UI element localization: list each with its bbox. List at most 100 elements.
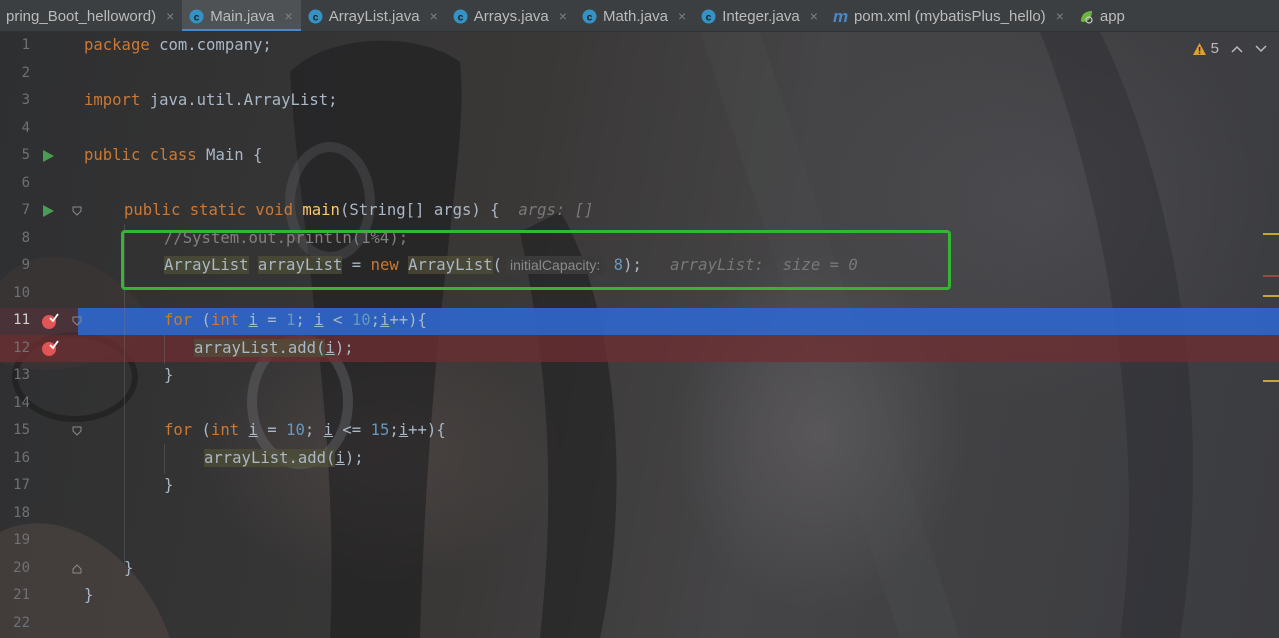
code-editor[interactable]: 1 2 3 4 5 6 7 8 9 10 11 12 13 14 15 16 1… [0,32,1279,638]
line-number: 7 [21,202,30,218]
code-line-13[interactable]: } [164,362,173,389]
code-line-3[interactable]: import java.util.ArrayList; [84,87,338,114]
warnings-count: 5 [1210,40,1219,57]
editor-gutter[interactable]: 1 2 3 4 5 6 7 8 9 10 11 12 13 14 15 16 1… [0,32,82,638]
close-icon[interactable]: × [559,8,567,24]
tab-arrays-java[interactable]: c Arrays.java × [446,0,575,31]
indent-guide [164,444,165,474]
code-line-5[interactable]: public class Main { [84,142,262,169]
code-text: Main { [196,146,263,164]
code-line-1[interactable]: package com.company; [84,32,272,59]
debug-inline-value: arrayList: size = 0 [670,256,858,274]
svg-text:c: c [194,12,200,23]
variable: i [325,339,335,357]
error-stripe-mark[interactable] [1263,380,1279,382]
chevron-up-icon[interactable] [1231,45,1243,53]
code-text: ( [192,421,211,439]
java-class-icon: c [700,8,717,25]
code-text: } [164,366,174,384]
code-line-15[interactable]: for (int i = 10; i <= 15;i++){ [164,417,446,444]
code-text: ); [334,339,354,357]
warning-icon [1192,42,1206,55]
line-number: 8 [21,229,30,246]
tab-label: Main.java [210,7,275,25]
tab-math-java[interactable]: c Math.java × [575,0,694,31]
code-text: com.company; [149,36,272,54]
fold-icon[interactable] [72,206,82,216]
code-line-20[interactable]: } [124,555,133,582]
parameter-hint: initialCapacity: [506,256,605,274]
code-text: ( [492,256,503,274]
keyword: int [210,421,240,439]
error-stripe-mark[interactable] [1263,295,1279,297]
tab-label: Math.java [602,7,669,25]
fold-icon[interactable] [72,316,82,326]
inspection-widget[interactable]: 5 [1192,40,1267,57]
warnings-indicator[interactable]: 5 [1192,40,1219,57]
java-class-icon: c [307,8,324,25]
code-line-21[interactable]: } [84,582,93,609]
code-text: } [164,476,174,494]
error-stripe-mark[interactable] [1263,275,1279,277]
fold-end-icon[interactable] [72,564,82,574]
number-literal: 15 [370,421,390,439]
close-icon[interactable]: × [1056,8,1064,24]
tab-app[interactable]: app [1072,0,1133,31]
tab-pom-xml[interactable]: m pom.xml (mybatisPlus_hello) × [826,0,1072,31]
svg-text:c: c [457,12,463,23]
close-icon[interactable]: × [430,8,438,24]
tab-label: Arrays.java [473,7,549,25]
code-line-8[interactable]: //System.out.println(1%4); [164,225,408,252]
code-text: ++){ [408,421,446,439]
tab-spring-boot-helloword[interactable]: pring_Boot_helloword) × [0,0,182,31]
code-line-11[interactable]: for (int i = 1; i < 10;i++){ [164,307,427,334]
line-number: 20 [13,559,30,576]
line-number: 19 [13,532,30,548]
keyword: for [164,311,193,329]
type-name: ArrayList [164,256,249,274]
line-number: 16 [13,449,30,466]
breakpoint-icon[interactable] [41,339,59,357]
line-number: 22 [13,614,30,631]
maven-icon: m [832,8,849,25]
tab-integer-java[interactable]: c Integer.java × [694,0,826,31]
line-number: 13 [13,367,30,383]
breakpoint-icon[interactable] [41,312,59,330]
close-icon[interactable]: × [810,8,818,24]
variable: arrayList [257,256,343,274]
run-icon[interactable] [41,149,55,163]
variable: i [248,421,258,439]
code-text: java.util.ArrayList; [140,91,338,109]
fold-icon[interactable] [72,426,82,436]
code-line-12[interactable]: arrayList.add(i); [194,335,354,362]
code-text: ); [344,449,364,467]
code-line-7[interactable]: public static void main(String[] args) {… [124,197,593,224]
close-icon[interactable]: × [166,8,174,24]
code-line-16[interactable]: arrayList.add(i); [204,445,364,472]
variable: i [314,311,324,329]
code-line-17[interactable]: } [164,472,173,499]
close-icon[interactable]: × [285,8,293,24]
line-number: 5 [21,147,30,163]
code-text: ); [623,256,642,274]
variable: i [398,421,409,439]
error-stripe-mark[interactable] [1263,233,1279,235]
line-number: 3 [21,92,30,108]
line-number: 9 [21,257,30,273]
code-text: ; [295,311,315,329]
line-number: 21 [13,587,30,603]
code-line-9[interactable]: ArrayList arrayList = new ArrayList(init… [164,252,858,279]
close-icon[interactable]: × [678,8,686,24]
svg-text:c: c [312,12,318,23]
comment: //System.out.println(1%4); [164,229,409,247]
code-text: ; [389,421,399,439]
chevron-down-icon[interactable] [1255,44,1267,53]
tab-main-java[interactable]: c Main.java × [182,0,302,31]
code-text: = [257,421,287,439]
code-text: ; [370,311,380,329]
run-icon[interactable] [41,204,55,218]
tab-arraylist-java[interactable]: c ArrayList.java × [301,0,446,31]
svg-text:c: c [706,12,712,23]
tab-label: pring_Boot_helloword) [6,7,157,25]
variable: i [323,421,334,439]
